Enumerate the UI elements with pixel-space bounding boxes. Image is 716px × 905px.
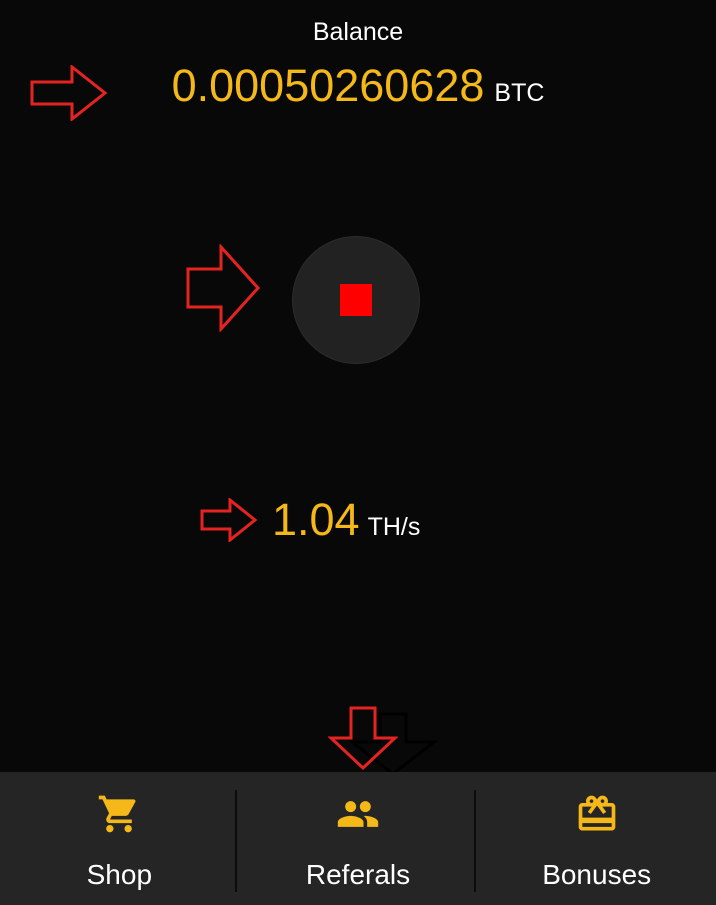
stop-icon	[340, 284, 372, 316]
annotation-arrow-right-icon	[200, 498, 258, 542]
hashrate-row: 1.04 TH/s	[272, 492, 420, 548]
nav-label-shop: Shop	[86, 859, 153, 890]
bottom-navigation: Shop Referals Bonuses	[0, 772, 716, 905]
gift-icon	[578, 795, 616, 831]
nav-item-shop[interactable]: Shop	[0, 772, 239, 905]
balance-label: Balance	[312, 18, 404, 46]
people-icon	[337, 801, 379, 827]
balance-unit: BTC	[494, 79, 545, 107]
cart-icon	[99, 795, 136, 833]
hashrate-value: 1.04	[272, 494, 360, 545]
nav-label-referals: Referals	[305, 859, 411, 890]
nav-item-bonuses[interactable]: Bonuses	[477, 772, 716, 905]
balance-value: 0.00050260628	[171, 60, 485, 111]
hashrate-unit: TH/s	[367, 513, 421, 541]
annotation-arrow-right-icon	[186, 244, 261, 332]
annotation-arrow-down-icon	[328, 706, 398, 770]
mining-toggle-button[interactable]	[292, 236, 420, 364]
nav-label-bonuses: Bonuses	[542, 859, 652, 890]
nav-divider	[474, 790, 476, 892]
nav-item-referals[interactable]: Referals	[239, 772, 478, 905]
annotation-arrow-right-icon	[30, 65, 108, 121]
nav-divider	[235, 790, 237, 892]
